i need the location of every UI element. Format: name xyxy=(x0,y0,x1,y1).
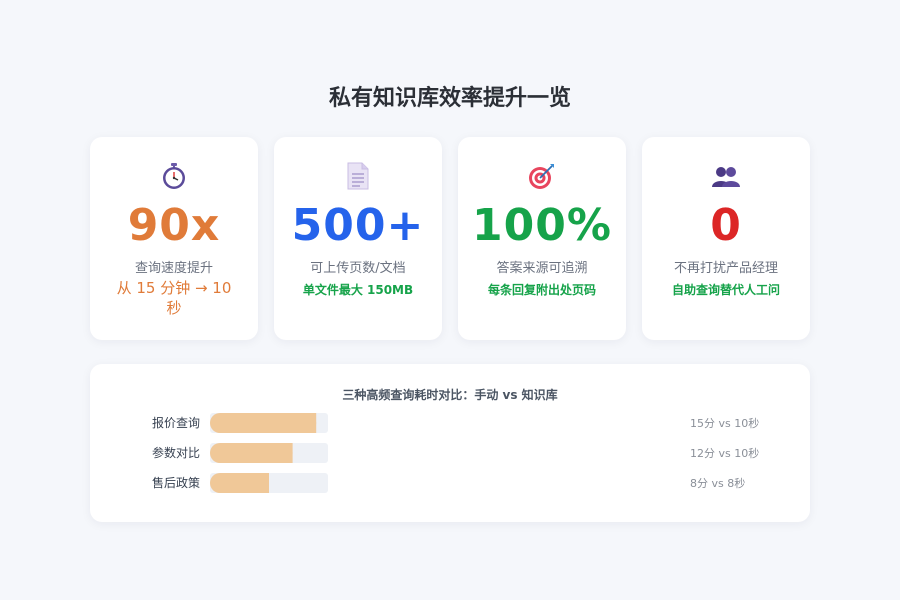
page-title: 私有知识库效率提升一览 xyxy=(328,86,571,111)
value-label: 8分 vs 8秒 xyxy=(690,476,745,490)
bar-manual-end xyxy=(306,413,317,433)
stat-card-no-interrupt: 0 不再打扰产品经理 自助查询替代人工问 xyxy=(642,137,810,340)
stat-label: 可上传页数/文档 xyxy=(310,261,406,276)
stat-note: 单文件最大 150MB xyxy=(302,283,414,297)
stat-value: 90x xyxy=(127,200,221,251)
value-label: 15分 vs 10秒 xyxy=(690,416,759,430)
stats-row: 90x 查询速度提升 从 15 分钟 → 10 秒 500+ 可上传页数/文档 … xyxy=(90,137,810,340)
stat-value: 500+ xyxy=(291,200,425,251)
stat-value: 100% xyxy=(472,200,612,251)
stat-note: 每条回复附出处页码 xyxy=(487,283,596,297)
comparison-chart-card: 三种高频查询耗时对比：手动 vs 知识库 报价查询 15分 vs 10秒 参数对比 1… xyxy=(90,364,810,522)
stat-card-pages: 500+ 可上传页数/文档 单文件最大 150MB xyxy=(274,137,442,340)
value-label: 12分 vs 10秒 xyxy=(690,446,759,460)
bar-manual xyxy=(210,443,293,463)
target-icon xyxy=(527,161,557,191)
stat-label: 不再打扰产品经理 xyxy=(673,261,778,276)
stopwatch-icon xyxy=(159,161,189,191)
stat-label: 查询速度提升 xyxy=(134,261,213,276)
stat-label: 答案来源可追溯 xyxy=(496,261,588,276)
category-label: 售后政策 xyxy=(152,475,200,490)
category-label: 参数对比 xyxy=(152,445,200,460)
people-icon xyxy=(711,161,741,191)
stat-card-speed: 90x 查询速度提升 从 15 分钟 → 10 秒 xyxy=(90,137,258,340)
bar-manual-end xyxy=(259,473,269,493)
comparison-chart: 报价查询 15分 vs 10秒参数对比 12分 vs 10秒售后政策 8分 vs 8秒 xyxy=(152,413,759,493)
bar-manual-end xyxy=(282,443,293,463)
page: 私有知识库效率提升一览 90x 查询速度提升 从 15 分钟 → 10 秒 50… xyxy=(0,0,900,600)
stat-note: 从 15 分钟 → 10 秒 xyxy=(116,279,232,317)
bar-manual xyxy=(210,413,317,433)
document-icon xyxy=(343,161,373,191)
category-label: 报价查询 xyxy=(152,415,200,430)
stat-card-traceable: 100% 答案来源可追溯 每条回复附出处页码 xyxy=(458,137,626,340)
stat-value: 0 xyxy=(710,200,742,251)
stat-note: 自助查询替代人工问 xyxy=(671,283,780,297)
